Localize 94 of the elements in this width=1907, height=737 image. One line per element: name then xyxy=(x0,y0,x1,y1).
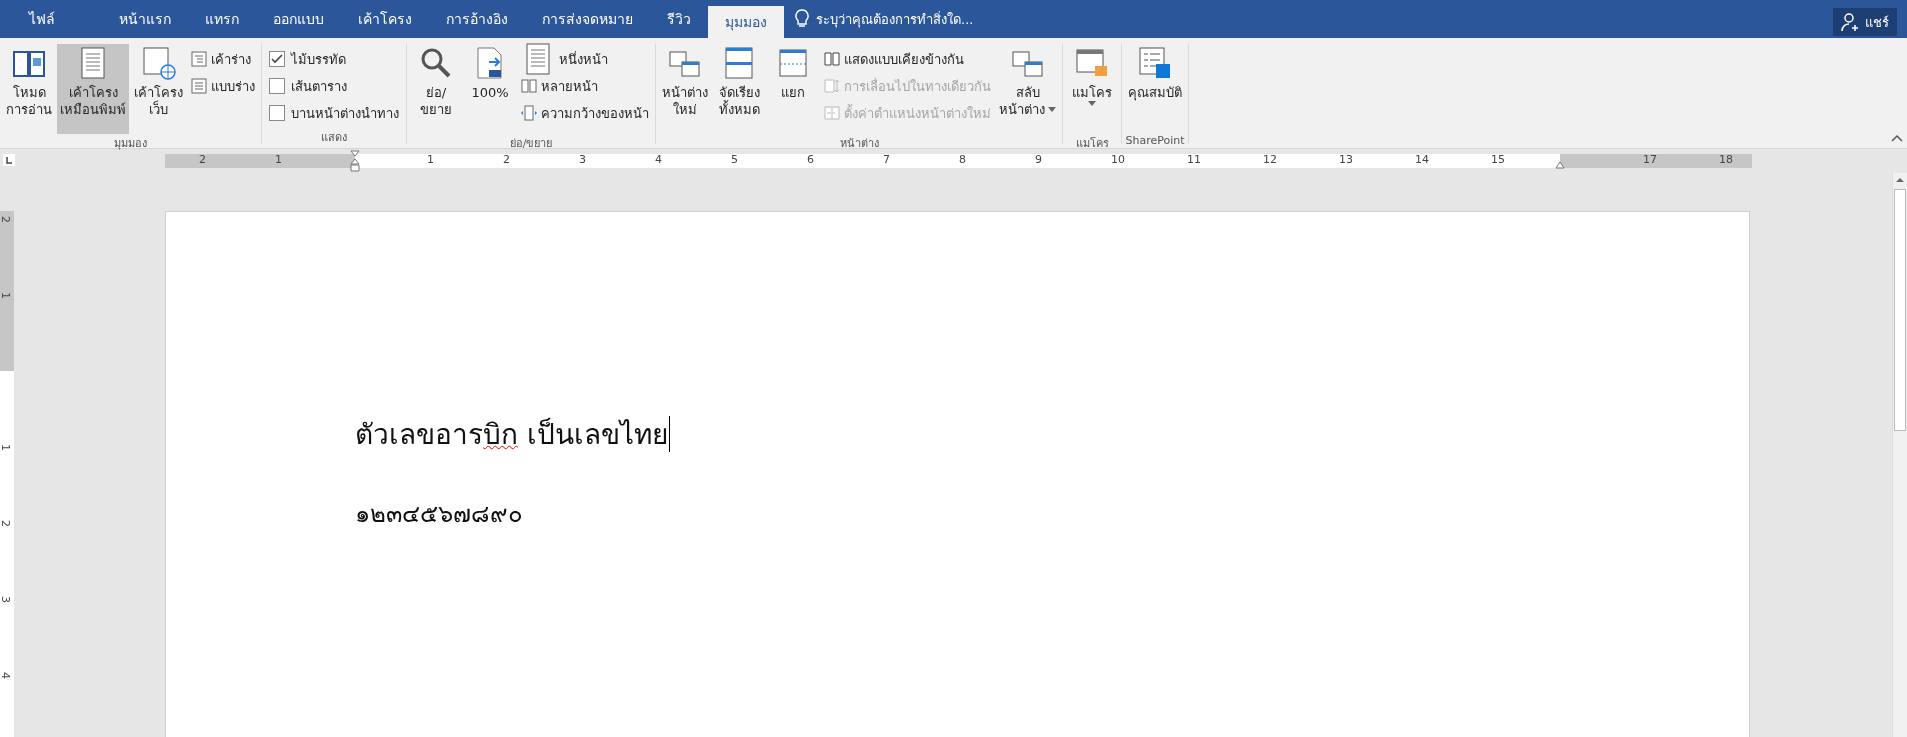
checkbox-square[interactable] xyxy=(269,51,285,67)
group-label: มุมมอง xyxy=(114,136,147,150)
tell-me-field[interactable]: ระบุว่าคุณต้องการทำสิ่งใด... xyxy=(816,8,974,30)
ruler-number: 15 xyxy=(1491,153,1505,166)
ribbon-button[interactable]: แสดงแบบเคียงข้างกัน xyxy=(821,46,994,72)
ruler-number: 3 xyxy=(0,596,12,603)
tab-stop-icon[interactable] xyxy=(3,154,15,166)
document-page[interactable]: ตัวเลขอารบิก เป็นเลขไทย ๑๒๓๔๕๖๗๘๙๐ xyxy=(165,211,1750,737)
group-label: แมโคร xyxy=(1075,136,1109,150)
group-label: ย่อ/ขยาย xyxy=(509,136,553,150)
ruler-number: 1 xyxy=(0,444,12,451)
ribbon-tab[interactable]: มุมมอง xyxy=(708,6,784,38)
outline-icon xyxy=(191,51,207,67)
ribbon-button[interactable]: โหมด การอ่าน xyxy=(3,44,55,134)
ruler-number: 18 xyxy=(1719,153,1733,166)
document-text: ตัวเลขอารบิก เป็นเลขไทย xyxy=(355,416,668,453)
ribbon-button[interactable]: แมโคร xyxy=(1066,44,1118,134)
scroll-pages-icon xyxy=(824,78,840,94)
indent-marker-icon[interactable] xyxy=(350,150,360,174)
ribbon-button[interactable]: จัดเรียง ทั้งหมด xyxy=(713,44,765,134)
indent-marker-icon[interactable] xyxy=(1555,161,1565,169)
document-text: ๑๒๓๔๕๖๗๘๙๐ xyxy=(355,499,523,530)
ruler-number: 14 xyxy=(1415,153,1429,166)
checkbox-label: ไม้บรรทัด xyxy=(291,50,346,69)
lightbulb-icon xyxy=(794,9,810,29)
ruler-number: 13 xyxy=(1339,153,1353,166)
text-cursor xyxy=(668,416,670,452)
scroll-thumb[interactable] xyxy=(1894,189,1906,431)
ruler-number: 2 xyxy=(0,216,12,223)
ribbon-button[interactable]: หน้าต่าง ใหม่ xyxy=(659,44,711,134)
stacked-windows-icon xyxy=(722,46,756,80)
ruler-number: 3 xyxy=(579,153,586,166)
two-pages-icon xyxy=(824,51,840,67)
ribbon-tab[interactable]: แทรก xyxy=(188,0,256,38)
ribbon-tab[interactable]: หน้าแรก xyxy=(102,0,188,38)
ruler-number: 2 xyxy=(503,153,510,166)
checkbox[interactable]: ไม้บรรทัด xyxy=(265,46,403,72)
ribbon-tab[interactable]: เค้าโครง xyxy=(341,0,429,38)
checkbox[interactable]: บานหน้าต่างนำทาง xyxy=(265,100,403,126)
ribbon-button[interactable]: แบบร่าง xyxy=(188,73,258,99)
ribbon-tab[interactable]: ออกแบบ xyxy=(256,0,341,38)
ribbon-button[interactable]: เค้าโครง เหมือนพิมพ์ xyxy=(57,44,129,134)
ruler-number: 8 xyxy=(959,153,966,166)
ruler-number: 7 xyxy=(883,153,890,166)
ribbon-button[interactable]: ความกว้างของหน้า xyxy=(518,100,652,126)
collapse-ribbon-icon[interactable] xyxy=(1891,134,1903,142)
ribbon-button[interactable]: เค้าโครง เว็บ xyxy=(131,44,186,134)
checkbox-square[interactable] xyxy=(269,78,285,94)
group-label: หน้าต่าง xyxy=(839,136,879,150)
checkbox[interactable]: เส้นตาราง xyxy=(265,73,403,99)
ribbon-button[interactable]: หนึ่งหน้า xyxy=(518,46,652,72)
lines-icon xyxy=(191,78,207,94)
ribbon-button[interactable]: หลายหน้า xyxy=(518,73,652,99)
ruler-number: 1 xyxy=(0,292,12,299)
ruler-number: 11 xyxy=(1187,153,1201,166)
ruler-number: 2 xyxy=(0,520,12,527)
ribbon-tab[interactable]: การอ้างอิง xyxy=(429,0,525,38)
checkmark-icon xyxy=(271,53,283,65)
ribbon-tab[interactable]: ไฟล์ xyxy=(12,0,72,38)
checkbox-label: เส้นตาราง xyxy=(291,77,347,96)
ribbon-button[interactable]: 100% xyxy=(464,44,516,134)
ruler-number: 17 xyxy=(1643,153,1657,166)
ribbon-tab[interactable]: รีวิว xyxy=(650,0,708,38)
ruler-number: 10 xyxy=(1111,153,1125,166)
share-button[interactable]: แชร์ xyxy=(1833,8,1897,36)
ribbon-tab[interactable]: การส่งจดหมาย xyxy=(525,0,650,38)
scrollbar[interactable] xyxy=(1892,173,1907,737)
checklist-icon xyxy=(1138,46,1172,80)
ribbon-button[interactable]: แยก xyxy=(767,44,819,134)
ruler-number: 9 xyxy=(1035,153,1042,166)
group-label: SharePoint xyxy=(1125,134,1185,147)
page-width-icon xyxy=(521,105,537,121)
vertical-ruler[interactable]: 2 1 1 2 3 4 xyxy=(0,211,14,737)
web-page-icon xyxy=(141,46,176,80)
ruler-number: 6 xyxy=(807,153,814,166)
checkbox-label: บานหน้าต่างนำทาง xyxy=(291,104,399,123)
two-pages-icon xyxy=(521,78,537,94)
ruler-number: 4 xyxy=(655,153,662,166)
ribbon-button[interactable]: คุณสมบัติ xyxy=(1125,44,1185,134)
group-label: แสดง xyxy=(321,130,347,144)
ribbon-button[interactable]: สลับ หน้าต่าง xyxy=(996,44,1059,134)
ruler-number: 2 xyxy=(199,153,206,166)
ruler-number: 1 xyxy=(275,153,282,166)
ruler-number: 12 xyxy=(1263,153,1277,166)
split-window-icon xyxy=(776,46,810,80)
ribbon-button[interactable]: เค้าร่าง xyxy=(188,46,258,72)
checkbox-square[interactable] xyxy=(269,105,285,121)
person-add-icon xyxy=(1841,12,1861,32)
magnifier-icon xyxy=(419,46,453,80)
ruler-number: 5 xyxy=(731,153,738,166)
ruler-number: 1 xyxy=(427,153,434,166)
ribbon-button[interactable]: ย่อ/ ขยาย xyxy=(410,44,462,134)
ruler-number: 4 xyxy=(0,672,12,679)
window-reset-icon xyxy=(824,105,840,121)
